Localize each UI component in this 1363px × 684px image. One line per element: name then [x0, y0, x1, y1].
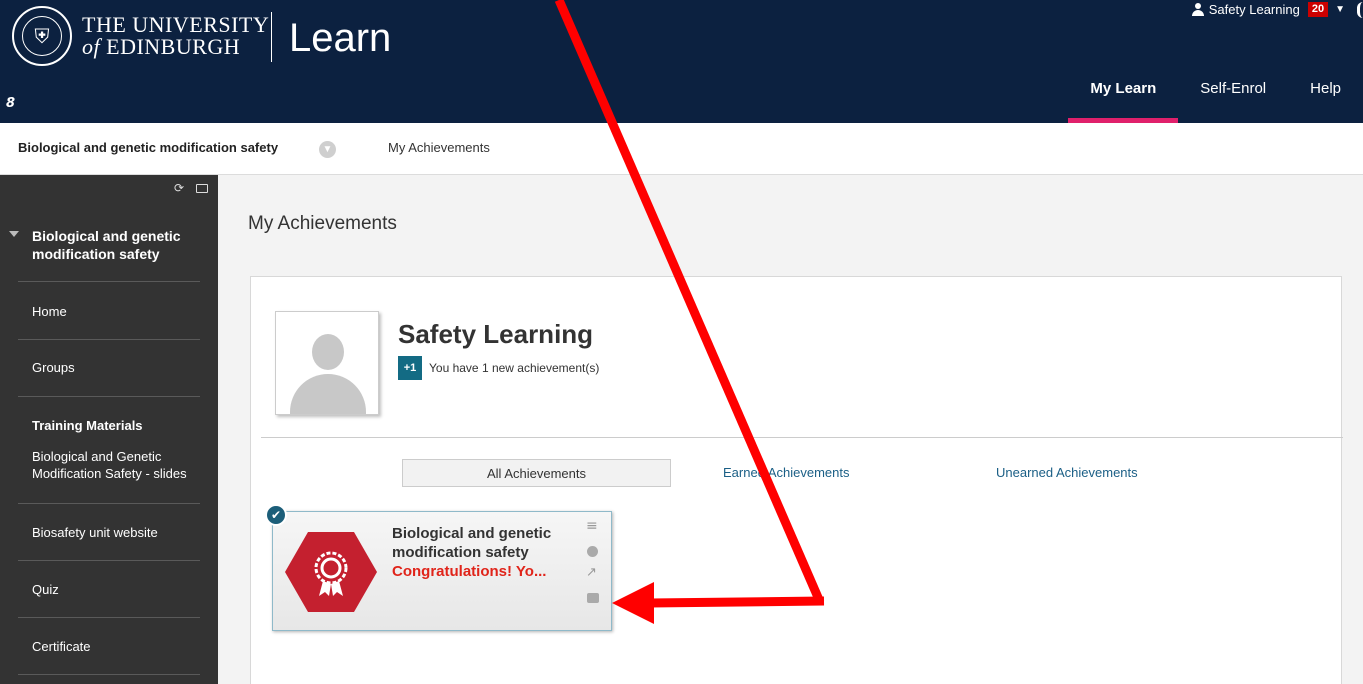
print-icon[interactable] — [586, 591, 600, 605]
page-title: My Achievements — [248, 213, 397, 234]
menu-divider — [18, 674, 200, 675]
achievement-title: Biological and genetic modification safe… — [392, 525, 552, 561]
university-crest-icon[interactable]: ⛨ — [12, 6, 72, 66]
breadcrumb: Biological and genetic modification safe… — [0, 123, 1363, 175]
notification-badge[interactable]: 20 — [1307, 2, 1329, 17]
sidebar-item-biosafety[interactable]: Biosafety unit website — [32, 525, 158, 540]
achievement-card[interactable]: ✔ Biological and genetic modification sa… — [265, 504, 612, 631]
avatar-head — [312, 334, 344, 370]
brand-divider — [271, 12, 272, 62]
site-header: ⛨ THE UNIVERSITY of EDINBURGH Learn 8 Sa… — [0, 0, 1363, 123]
partial-icon — [1357, 2, 1363, 18]
course-menu-tools: ⟳ — [174, 181, 208, 195]
main-content: My Achievements Safety Learning +1 You h… — [218, 175, 1363, 684]
tab-all-achievements[interactable]: All Achievements — [402, 459, 671, 487]
achievement-tools — [585, 518, 601, 605]
tab-earned-achievements[interactable]: Earned Achievements — [723, 459, 849, 487]
nav-my-learn[interactable]: My Learn — [1068, 72, 1179, 123]
course-title[interactable]: Biological and genetic modification safe… — [32, 227, 202, 263]
brand-learn-logo[interactable]: Learn — [289, 14, 391, 62]
caret-down-icon[interactable]: ▼ — [1335, 4, 1345, 15]
profile-name: Safety Learning — [398, 319, 594, 349]
sidebar-heading-training: Training Materials — [32, 418, 143, 433]
nav-self-enrol[interactable]: Self-Enrol — [1178, 72, 1288, 123]
refresh-icon[interactable]: ⟳ — [174, 181, 184, 195]
details-list-icon[interactable] — [586, 518, 600, 536]
panel-divider — [261, 437, 1343, 438]
achievement-badge-icon — [285, 532, 377, 612]
breadcrumb-current-page: My Achievements — [388, 140, 490, 155]
sidebar-item-certificate[interactable]: Certificate — [32, 639, 91, 654]
course-menu: ⟳ Biological and genetic modification sa… — [0, 175, 218, 684]
tab-unearned-achievements[interactable]: Unearned Achievements — [996, 459, 1138, 487]
sidebar-item-groups[interactable]: Groups — [32, 360, 75, 375]
earned-check-icon: ✔ — [265, 504, 287, 526]
menu-divider — [18, 396, 200, 397]
avatar-body — [290, 374, 366, 414]
university-of: of — [82, 34, 101, 59]
link-icon[interactable]: 8 — [6, 96, 15, 111]
sidebar-item-home[interactable]: Home — [32, 304, 67, 319]
share-icon[interactable] — [586, 565, 600, 582]
breadcrumb-course[interactable]: Biological and genetic modification safe… — [18, 140, 278, 155]
sidebar-item-quiz[interactable]: Quiz — [32, 582, 59, 597]
achievements-panel: Safety Learning +1 You have 1 new achiev… — [250, 276, 1343, 684]
sidebar-item-slides[interactable]: Biological and Genetic Modification Safe… — [32, 448, 212, 482]
nav-help[interactable]: Help — [1288, 72, 1363, 123]
user-icon — [1191, 2, 1205, 17]
university-edinburgh: EDINBURGH — [106, 34, 241, 59]
user-name: Safety Learning — [1208, 2, 1300, 17]
collapse-triangle-icon[interactable] — [9, 231, 19, 237]
main-nav: My Learn Self-Enrol Help — [1068, 72, 1363, 123]
folder-icon[interactable] — [196, 184, 208, 193]
new-achievement-text: You have 1 new achievement(s) — [429, 361, 600, 375]
user-menu[interactable]: Safety Learning 20 ▼ — [1191, 2, 1345, 17]
new-achievement-badge[interactable]: +1 — [398, 356, 422, 380]
menu-divider — [18, 339, 200, 340]
menu-divider — [18, 281, 200, 282]
menu-divider — [18, 503, 200, 504]
avatar — [275, 311, 379, 415]
achievement-message: Congratulations! Yo... — [392, 563, 547, 580]
menu-divider — [18, 560, 200, 561]
status-dot-icon[interactable] — [586, 545, 600, 559]
crest-shield-icon: ⛨ — [22, 16, 62, 56]
chevron-down-icon[interactable]: ▼ — [319, 141, 336, 158]
university-name-line2: of EDINBURGH — [82, 34, 240, 60]
menu-divider — [18, 617, 200, 618]
